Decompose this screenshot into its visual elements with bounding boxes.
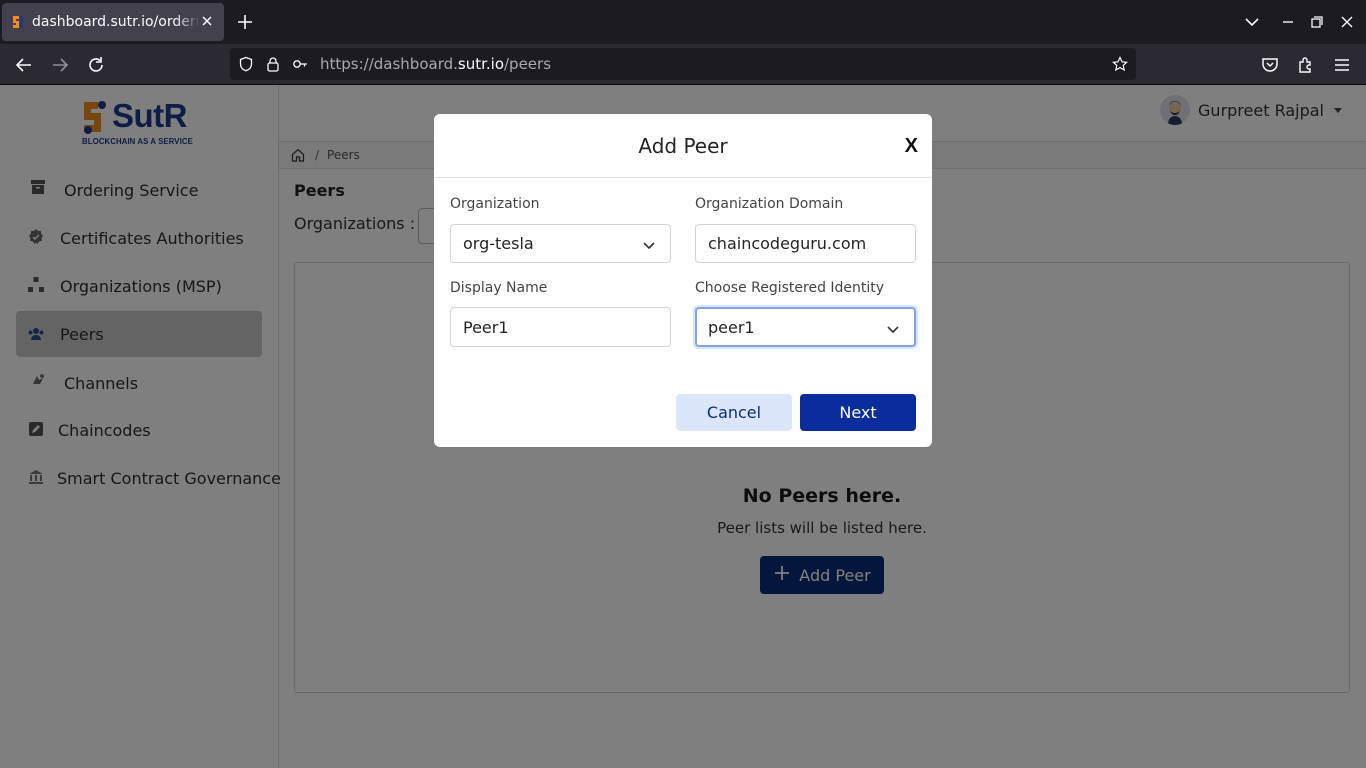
chevron-down-icon — [886, 321, 900, 335]
menu-hamburger-icon[interactable] — [1331, 54, 1353, 76]
organization-select-value: org-tesla — [463, 234, 534, 253]
address-bar[interactable]: https://dashboard.sutr.io/peers — [230, 48, 1136, 80]
tab-list-chevron-icon[interactable] — [1242, 12, 1262, 32]
registered-identity-select[interactable]: peer1 — [695, 307, 916, 347]
browser-tab-bar: dashboard.sutr.io/ordering — [0, 0, 1366, 44]
url-text[interactable]: https://dashboard.sutr.io/peers — [320, 55, 551, 73]
window-close-icon[interactable] — [1337, 12, 1357, 32]
cancel-button[interactable]: Cancel — [676, 394, 792, 431]
minimize-icon[interactable] — [1278, 12, 1298, 32]
registered-identity-value: peer1 — [708, 317, 755, 337]
new-tab-icon[interactable] — [234, 11, 256, 33]
extensions-icon[interactable] — [1295, 54, 1317, 76]
lock-icon[interactable] — [265, 56, 281, 72]
add-peer-modal: Add Peer X Organization org-tesla Organi… — [434, 114, 932, 447]
registered-identity-label: Choose Registered Identity — [695, 280, 885, 296]
browser-tab[interactable]: dashboard.sutr.io/ordering — [2, 3, 224, 41]
tab-title: dashboard.sutr.io/ordering — [32, 14, 200, 30]
modal-header: Add Peer X — [434, 114, 932, 178]
organization-label: Organization — [450, 196, 540, 212]
key-icon[interactable] — [292, 56, 308, 72]
shield-icon[interactable] — [238, 56, 254, 72]
url-prefix: https://dashboard. — [320, 55, 458, 73]
modal-close-button[interactable]: X — [905, 135, 918, 158]
bookmark-star-icon[interactable] — [1112, 56, 1128, 72]
organization-domain-value: chaincodeguru.com — [708, 234, 867, 253]
pocket-icon[interactable] — [1259, 54, 1281, 76]
organization-domain-input[interactable]: chaincodeguru.com — [695, 224, 916, 263]
organization-select[interactable]: org-tesla — [450, 224, 671, 263]
organization-domain-label: Organization Domain — [695, 196, 844, 212]
forward-arrow-icon[interactable] — [49, 54, 71, 76]
restore-icon[interactable] — [1307, 12, 1327, 32]
tab-close-icon[interactable] — [198, 12, 216, 30]
browser-nav-bar: https://dashboard.sutr.io/peers — [0, 44, 1366, 85]
next-button[interactable]: Next — [800, 394, 916, 431]
url-domain: sutr.io — [457, 55, 504, 73]
display-name-input[interactable]: Peer1 — [450, 307, 671, 347]
sutr-favicon-icon — [10, 14, 26, 30]
url-path: /peers — [504, 55, 552, 73]
chevron-down-icon — [642, 237, 656, 251]
display-name-value: Peer1 — [463, 317, 509, 337]
modal-title: Add Peer — [638, 134, 728, 158]
reload-icon[interactable] — [85, 54, 107, 76]
back-arrow-icon[interactable] — [13, 54, 35, 76]
display-name-label: Display Name — [450, 280, 548, 296]
